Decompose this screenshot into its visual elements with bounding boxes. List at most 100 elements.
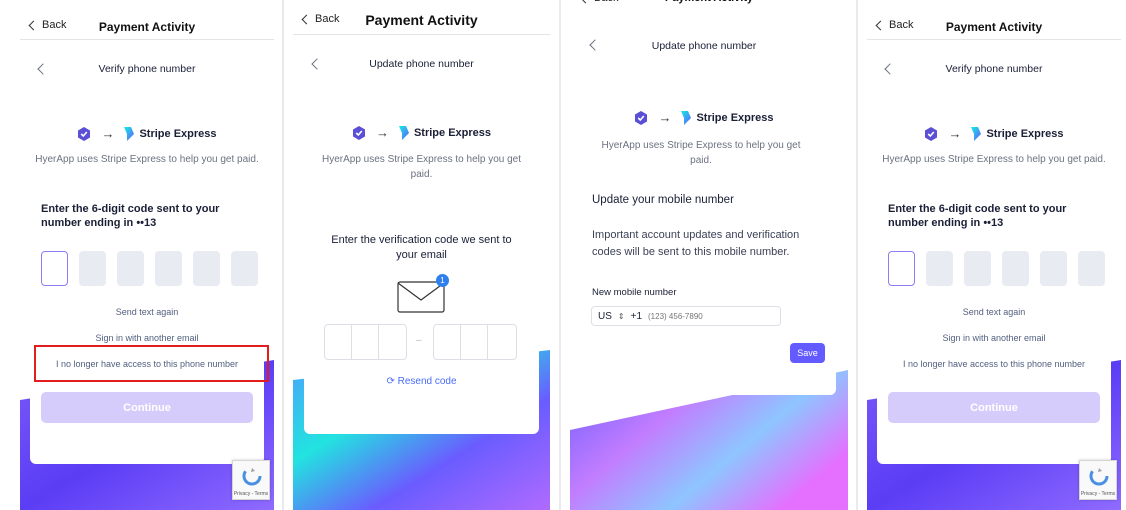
divider xyxy=(856,0,858,510)
otp-digit-input[interactable] xyxy=(926,251,953,286)
envelope-illustration: 1 xyxy=(397,274,449,314)
brand-description: HyerApp uses Stripe Express to help you … xyxy=(322,154,521,180)
code-digit-input[interactable] xyxy=(461,325,488,359)
panel-verify: Back Payment Activity Verify phone numbe… xyxy=(867,0,1121,510)
otp-digit-input[interactable] xyxy=(193,251,220,286)
otp-digit-input[interactable] xyxy=(155,251,182,286)
panel-update-phone: Payment Activity Back Update phone numbe… xyxy=(570,0,848,510)
brand-name: Stripe Express xyxy=(696,111,774,124)
stripe-express-logo-icon xyxy=(971,126,982,141)
code-digit-input[interactable] xyxy=(488,325,515,359)
code-digit-input[interactable] xyxy=(434,325,461,359)
code-heading: Enter the 6-digit code sent to your numb… xyxy=(888,203,1067,229)
otp-digit-input[interactable] xyxy=(1040,251,1067,286)
back-label: Back xyxy=(594,0,618,4)
otp-digit-input[interactable] xyxy=(1078,251,1105,286)
nav-title: Payment Activity xyxy=(365,12,478,28)
screen-title: Verify phone number xyxy=(98,63,196,75)
phone-number-field: US ⇕ +1 xyxy=(591,306,781,326)
brand-name: Stripe Express xyxy=(413,126,492,139)
update-mobile-heading: Update your mobile number xyxy=(592,194,734,206)
back-button[interactable]: Back xyxy=(580,0,618,4)
brand-name: Stripe Express xyxy=(139,127,217,140)
brand-description: HyerApp uses Stripe Express to help you … xyxy=(35,154,259,165)
recaptcha-text: Privacy - Terms xyxy=(1080,491,1116,497)
brand-row: → Stripe Express xyxy=(867,126,1121,141)
otp-digit-input[interactable] xyxy=(41,251,68,286)
otp-digit-input[interactable] xyxy=(79,251,106,286)
screen-title: Update phone number xyxy=(651,40,757,52)
hyerapp-logo-icon xyxy=(635,110,648,125)
dial-code: +1 xyxy=(630,310,643,322)
code-input-group-2 xyxy=(433,324,517,360)
sign-in-other-email-link[interactable]: Sign in with another email xyxy=(867,333,1121,343)
arrow-right-icon: → xyxy=(948,126,962,141)
continue-button[interactable]: Continue xyxy=(888,392,1100,423)
recaptcha-badge[interactable]: Privacy - Terms xyxy=(1079,460,1117,500)
brand-description: HyerApp uses Stripe Express to help you … xyxy=(882,154,1106,165)
brand-name: Stripe Express xyxy=(986,127,1064,140)
recaptcha-icon xyxy=(242,466,262,486)
stripe-express-logo-icon xyxy=(398,125,409,140)
code-digit-input[interactable] xyxy=(379,325,406,359)
save-button[interactable]: Save xyxy=(790,343,825,363)
hyerapp-logo-icon xyxy=(352,125,365,140)
otp-digit-input[interactable] xyxy=(888,251,915,286)
no-access-phone-link[interactable]: I no longer have access to this phone nu… xyxy=(867,359,1121,369)
stripe-express-logo-icon xyxy=(681,110,692,125)
screen-title: Update phone number xyxy=(369,58,474,70)
stripe-express-brand: Stripe Express xyxy=(124,126,217,141)
hyerapp-logo-icon xyxy=(78,126,91,141)
otp-digit-input[interactable] xyxy=(117,251,144,286)
nav-title: Payment Activity xyxy=(98,20,196,34)
stripe-express-logo-icon xyxy=(124,126,135,141)
recaptcha-text: Privacy - Terms xyxy=(233,491,269,497)
update-mobile-info: Important account updates and verificati… xyxy=(592,229,800,258)
resend-code-link[interactable]: ⟳ Resend code xyxy=(293,376,550,387)
otp-digit-input[interactable] xyxy=(231,251,258,286)
highlight-box xyxy=(34,345,269,382)
top-nav: Back Payment Activity xyxy=(867,0,1121,40)
arrow-right-icon: → xyxy=(658,110,672,125)
divider xyxy=(559,0,561,510)
divider xyxy=(282,0,284,510)
notification-badge: 1 xyxy=(436,274,449,287)
screenshot-collage: Back Payment Activity Verify phone numbe… xyxy=(0,0,1126,510)
sign-in-other-email-link[interactable]: Sign in with another email xyxy=(20,333,274,343)
code-digit-input[interactable] xyxy=(352,325,379,359)
arrow-right-icon: → xyxy=(101,126,115,141)
otp-input-group xyxy=(888,251,1105,286)
stripe-express-brand: Stripe Express xyxy=(398,125,492,140)
nav-title: Payment Activity xyxy=(945,20,1043,34)
otp-digit-input[interactable] xyxy=(964,251,991,286)
send-text-again-link[interactable]: Send text again xyxy=(867,307,1121,317)
panel-verify-highlighted: Back Payment Activity Verify phone numbe… xyxy=(20,0,274,510)
brand-row: → Stripe Express xyxy=(570,110,848,125)
otp-digit-input[interactable] xyxy=(1002,251,1029,286)
otp-input-group xyxy=(41,251,258,286)
chevron-updown-icon: ⇕ xyxy=(617,311,625,321)
brand-row: → Stripe Express xyxy=(293,125,550,140)
stripe-express-brand: Stripe Express xyxy=(681,110,774,125)
phone-input[interactable] xyxy=(648,311,739,321)
continue-button[interactable]: Continue xyxy=(41,392,253,423)
country-select[interactable]: US xyxy=(598,311,612,322)
send-text-again-link[interactable]: Send text again xyxy=(20,307,274,317)
recaptcha-badge[interactable]: Privacy - Terms xyxy=(232,460,270,500)
content-card xyxy=(570,20,836,395)
recaptcha-icon xyxy=(1089,466,1109,486)
code-separator: – xyxy=(416,335,422,346)
stripe-express-brand: Stripe Express xyxy=(971,126,1064,141)
brand-row: → Stripe Express xyxy=(20,126,274,141)
top-nav: Back Payment Activity xyxy=(293,0,550,35)
panel-email-code: Back Payment Activity Update phone numbe… xyxy=(293,0,550,510)
new-mobile-label: New mobile number xyxy=(592,287,677,298)
email-code-prompt: Enter the verification code we sent to y… xyxy=(331,234,512,261)
brand-description: HyerApp uses Stripe Express to help you … xyxy=(601,140,801,166)
chevron-left-icon xyxy=(580,0,591,3)
screen-title: Verify phone number xyxy=(945,63,1043,75)
code-digit-input[interactable] xyxy=(325,325,352,359)
code-heading: Enter the 6-digit code sent to your numb… xyxy=(41,203,220,229)
arrow-right-icon: → xyxy=(375,125,389,140)
refresh-icon: ⟳ xyxy=(386,376,395,387)
